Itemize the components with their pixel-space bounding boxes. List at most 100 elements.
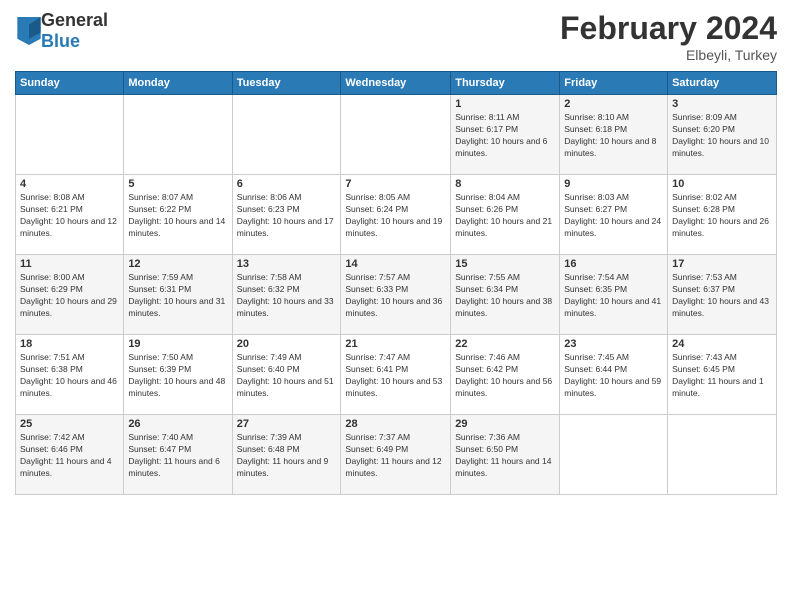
title-area: February 2024 Elbeyli, Turkey [560, 10, 777, 63]
day-number: 21 [345, 338, 446, 350]
day-number: 6 [237, 178, 337, 190]
day-number: 22 [455, 338, 555, 350]
page: General Blue February 2024 Elbeyli, Turk… [0, 0, 792, 612]
day-number: 2 [564, 98, 663, 110]
calendar-cell: 13 Sunrise: 7:58 AM Sunset: 6:32 PM Dayli… [232, 255, 341, 335]
day-info: Sunrise: 7:45 AM Sunset: 6:44 PM Dayligh… [564, 352, 663, 400]
day-info: Sunrise: 7:46 AM Sunset: 6:42 PM Dayligh… [455, 352, 555, 400]
calendar-cell: 28Sunrise: 7:37 AM Sunset: 6:49 PM Dayli… [341, 415, 451, 495]
day-info: Sunrise: 7:58 AM Sunset: 6:32 PM Dayligh… [237, 272, 337, 320]
day-info: Sunrise: 7:55 AM Sunset: 6:34 PM Dayligh… [455, 272, 555, 320]
day-number: 26 [128, 418, 227, 430]
day-number: 18 [20, 338, 119, 350]
calendar-cell: 21 Sunrise: 7:47 AM Sunset: 6:41 PM Dayli… [341, 335, 451, 415]
calendar-header-friday: Friday [560, 72, 668, 95]
day-number: 15 [455, 258, 555, 270]
calendar-table: SundayMondayTuesdayWednesdayThursdayFrid… [15, 71, 777, 495]
day-info: Sunrise: 8:03 AM Sunset: 6:27 PM Dayligh… [564, 192, 663, 240]
calendar-header-row: SundayMondayTuesdayWednesdayThursdayFrid… [16, 72, 777, 95]
calendar-cell: 25Sunrise: 7:42 AM Sunset: 6:46 PM Dayli… [16, 415, 124, 495]
calendar-cell [16, 95, 124, 175]
day-number: 17 [672, 258, 772, 270]
calendar-cell: 17Sunrise: 7:53 AM Sunset: 6:37 PM Dayli… [668, 255, 777, 335]
calendar-cell [341, 95, 451, 175]
day-info: Sunrise: 8:04 AM Sunset: 6:26 PM Dayligh… [455, 192, 555, 240]
day-number: 9 [564, 178, 663, 190]
calendar-cell: 9 Sunrise: 8:03 AM Sunset: 6:27 PM Daylig… [560, 175, 668, 255]
calendar-cell: 20 Sunrise: 7:49 AM Sunset: 6:40 PM Dayli… [232, 335, 341, 415]
calendar-cell: 15 Sunrise: 7:55 AM Sunset: 6:34 PM Dayli… [451, 255, 560, 335]
calendar-cell: 16Sunrise: 7:54 AM Sunset: 6:35 PM Dayli… [560, 255, 668, 335]
day-number: 13 [237, 258, 337, 270]
calendar-cell [668, 415, 777, 495]
calendar-cell: 22 Sunrise: 7:46 AM Sunset: 6:42 PM Dayli… [451, 335, 560, 415]
calendar-week-4: 25Sunrise: 7:42 AM Sunset: 6:46 PM Dayli… [16, 415, 777, 495]
day-number: 24 [672, 338, 772, 350]
calendar-cell: 1 Sunrise: 8:11 AM Sunset: 6:17 PM Daylig… [451, 95, 560, 175]
calendar-cell: 14 Sunrise: 7:57 AM Sunset: 6:33 PM Dayli… [341, 255, 451, 335]
day-info: Sunrise: 7:54 AM Sunset: 6:35 PM Dayligh… [564, 272, 663, 320]
calendar-cell: 6 Sunrise: 8:06 AM Sunset: 6:23 PM Daylig… [232, 175, 341, 255]
day-number: 27 [237, 418, 337, 430]
calendar-header-monday: Monday [124, 72, 232, 95]
day-number: 10 [672, 178, 772, 190]
day-info: Sunrise: 8:09 AM Sunset: 6:20 PM Dayligh… [672, 112, 772, 160]
calendar-header-thursday: Thursday [451, 72, 560, 95]
calendar-cell: 7 Sunrise: 8:05 AM Sunset: 6:24 PM Daylig… [341, 175, 451, 255]
day-info: Sunrise: 7:42 AM Sunset: 6:46 PM Dayligh… [20, 432, 119, 480]
day-info: Sunrise: 7:47 AM Sunset: 6:41 PM Dayligh… [345, 352, 446, 400]
day-number: 20 [237, 338, 337, 350]
day-info: Sunrise: 8:06 AM Sunset: 6:23 PM Dayligh… [237, 192, 337, 240]
calendar-header-saturday: Saturday [668, 72, 777, 95]
day-number: 4 [20, 178, 119, 190]
logo-text: General Blue [41, 10, 108, 52]
calendar-week-1: 4 Sunrise: 8:08 AM Sunset: 6:21 PM Daylig… [16, 175, 777, 255]
day-info: Sunrise: 8:11 AM Sunset: 6:17 PM Dayligh… [455, 112, 555, 160]
day-info: Sunrise: 8:05 AM Sunset: 6:24 PM Dayligh… [345, 192, 446, 240]
day-info: Sunrise: 7:43 AM Sunset: 6:45 PM Dayligh… [672, 352, 772, 400]
calendar-cell: 24 Sunrise: 7:43 AM Sunset: 6:45 PM Dayli… [668, 335, 777, 415]
day-info: Sunrise: 7:57 AM Sunset: 6:33 PM Dayligh… [345, 272, 446, 320]
calendar-cell: 11Sunrise: 8:00 AM Sunset: 6:29 PM Dayli… [16, 255, 124, 335]
calendar-cell: 5Sunrise: 8:07 AM Sunset: 6:22 PM Daylig… [124, 175, 232, 255]
calendar-cell: 19 Sunrise: 7:50 AM Sunset: 6:39 PM Dayli… [124, 335, 232, 415]
calendar-cell: 26 Sunrise: 7:40 AM Sunset: 6:47 PM Dayli… [124, 415, 232, 495]
calendar-week-3: 18 Sunrise: 7:51 AM Sunset: 6:38 PM Dayli… [16, 335, 777, 415]
day-number: 14 [345, 258, 446, 270]
calendar-header-sunday: Sunday [16, 72, 124, 95]
day-info: Sunrise: 8:10 AM Sunset: 6:18 PM Dayligh… [564, 112, 663, 160]
calendar-week-0: 1 Sunrise: 8:11 AM Sunset: 6:17 PM Daylig… [16, 95, 777, 175]
logo-blue-text: Blue [41, 31, 108, 52]
calendar-cell: 12Sunrise: 7:59 AM Sunset: 6:31 PM Dayli… [124, 255, 232, 335]
day-number: 23 [564, 338, 663, 350]
calendar-cell: 8 Sunrise: 8:04 AM Sunset: 6:26 PM Daylig… [451, 175, 560, 255]
header: General Blue February 2024 Elbeyli, Turk… [15, 10, 777, 63]
calendar-week-2: 11Sunrise: 8:00 AM Sunset: 6:29 PM Dayli… [16, 255, 777, 335]
day-info: Sunrise: 7:49 AM Sunset: 6:40 PM Dayligh… [237, 352, 337, 400]
day-info: Sunrise: 7:40 AM Sunset: 6:47 PM Dayligh… [128, 432, 227, 480]
day-info: Sunrise: 7:50 AM Sunset: 6:39 PM Dayligh… [128, 352, 227, 400]
logo-general-text: General [41, 10, 108, 31]
day-number: 29 [455, 418, 555, 430]
day-info: Sunrise: 8:02 AM Sunset: 6:28 PM Dayligh… [672, 192, 772, 240]
day-info: Sunrise: 7:39 AM Sunset: 6:48 PM Dayligh… [237, 432, 337, 480]
day-number: 8 [455, 178, 555, 190]
calendar-cell [124, 95, 232, 175]
calendar-header-wednesday: Wednesday [341, 72, 451, 95]
calendar-cell: 3Sunrise: 8:09 AM Sunset: 6:20 PM Daylig… [668, 95, 777, 175]
day-number: 5 [128, 178, 227, 190]
day-number: 7 [345, 178, 446, 190]
day-number: 11 [20, 258, 119, 270]
calendar-cell: 2 Sunrise: 8:10 AM Sunset: 6:18 PM Daylig… [560, 95, 668, 175]
day-info: Sunrise: 7:51 AM Sunset: 6:38 PM Dayligh… [20, 352, 119, 400]
calendar-cell: 23 Sunrise: 7:45 AM Sunset: 6:44 PM Dayli… [560, 335, 668, 415]
calendar-cell: 4 Sunrise: 8:08 AM Sunset: 6:21 PM Daylig… [16, 175, 124, 255]
day-number: 19 [128, 338, 227, 350]
day-info: Sunrise: 8:08 AM Sunset: 6:21 PM Dayligh… [20, 192, 119, 240]
calendar-cell: 27 Sunrise: 7:39 AM Sunset: 6:48 PM Dayli… [232, 415, 341, 495]
logo: General Blue [15, 10, 108, 52]
day-info: Sunrise: 7:37 AM Sunset: 6:49 PM Dayligh… [345, 432, 446, 480]
location: Elbeyli, Turkey [560, 47, 777, 63]
month-title: February 2024 [560, 10, 777, 47]
day-number: 1 [455, 98, 555, 110]
